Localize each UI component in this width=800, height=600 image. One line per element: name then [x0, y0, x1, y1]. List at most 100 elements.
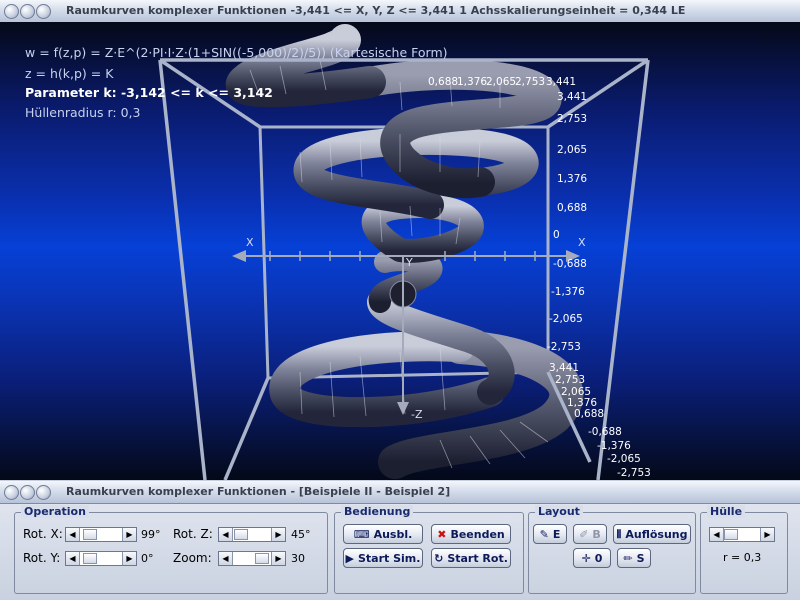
- play-icon: ▶: [345, 551, 354, 565]
- zoom-label: Zoom:: [173, 551, 212, 565]
- tick-label: 0: [553, 229, 560, 241]
- layout-group-title: Layout: [535, 505, 583, 518]
- zoom-value: 30: [291, 552, 305, 565]
- main-window-title: Raumkurven komplexer Funktionen -3,441 <…: [66, 4, 686, 17]
- tick-label: -1,376: [551, 286, 585, 298]
- start-rotation-label: Start Rot.: [447, 551, 508, 565]
- tick-label: 2,753: [515, 76, 546, 88]
- tick-label: 2,065: [557, 144, 588, 156]
- panel-maximize-button[interactable]: [36, 485, 51, 500]
- ausblenden-button[interactable]: ⌨ Ausbl.: [343, 524, 423, 544]
- origin-label: 0: [594, 551, 603, 565]
- tick-label: -2,753: [547, 341, 581, 353]
- tick-label: -1,376: [597, 440, 631, 452]
- panel-window-menu-button[interactable]: [4, 485, 19, 500]
- function-formula: w = f(z,p) = Z·E^(2·PI·I·Z·(1+SIN((-5,00…: [25, 45, 448, 60]
- beenden-label: Beenden: [450, 527, 505, 541]
- pen-icon: ✎: [539, 527, 549, 541]
- slider-thumb[interactable]: [83, 553, 97, 564]
- rot-y-label: Rot. Y:: [23, 551, 61, 565]
- zoom-slider[interactable]: ◀ ▶: [218, 551, 286, 566]
- close-icon: ✖: [437, 527, 447, 541]
- hide-icon: ⌨: [353, 527, 370, 541]
- arrow-left-icon[interactable]: ◀: [219, 528, 233, 541]
- arrow-right-icon[interactable]: ▶: [271, 528, 285, 541]
- tick-label: -2,753: [617, 467, 651, 479]
- arrow-right-icon[interactable]: ▶: [122, 528, 136, 541]
- eraser-icon: ✏: [623, 551, 633, 565]
- operation-group-title: Operation: [21, 505, 89, 518]
- operation-group: Operation Rot. X: ◀ ▶ 99° Rot. Y: ◀ ▶ 0°…: [14, 505, 328, 594]
- helix-tube: [225, 24, 584, 480]
- bedienung-group: Bedienung ⌨ Ausbl. ✖ Beenden ▶ Start Sim…: [334, 505, 524, 594]
- 3d-viewport[interactable]: w = f(z,p) = Z·E^(2·PI·I·Z·(1+SIN((-5,00…: [0, 22, 800, 480]
- huelle-group-title: Hülle: [707, 505, 746, 518]
- slider-thumb[interactable]: [83, 529, 97, 540]
- tick-label: 0,688: [428, 76, 459, 88]
- grid-icon: ⦀: [616, 527, 622, 541]
- beenden-button[interactable]: ✖ Beenden: [431, 524, 511, 544]
- rot-x-slider[interactable]: ◀ ▶: [65, 527, 137, 542]
- arrow-right-icon[interactable]: ▶: [760, 528, 774, 541]
- huelle-group: Hülle ◀ ▶ r = 0,3: [700, 505, 788, 594]
- tick-label: 2,753: [557, 113, 588, 125]
- window-menu-button[interactable]: [4, 4, 19, 19]
- panel-window-title: Raumkurven komplexer Funktionen - [Beisp…: [66, 485, 451, 498]
- save-style-button[interactable]: ✏ S: [617, 548, 651, 568]
- parametrization-formula: z = h(k,p) = K: [25, 66, 114, 81]
- slider-thumb[interactable]: [724, 529, 738, 540]
- origin-button[interactable]: ✛ 0: [573, 548, 611, 568]
- bedienung-group-title: Bedienung: [341, 505, 414, 518]
- maximize-button[interactable]: [36, 4, 51, 19]
- tick-label: 0,688: [574, 408, 605, 420]
- tick-label: -2,065: [607, 453, 641, 465]
- aufloesung-label: Auflösung: [625, 527, 688, 541]
- crosshair-icon: ✛: [581, 551, 591, 565]
- ausblenden-label: Ausbl.: [373, 527, 413, 541]
- start-rotation-button[interactable]: ↻ Start Rot.: [431, 548, 511, 568]
- arrow-right-icon[interactable]: ▶: [122, 552, 136, 565]
- arrow-left-icon[interactable]: ◀: [710, 528, 724, 541]
- rotate-icon: ↻: [434, 551, 444, 565]
- axis-label-x-neg: X: [246, 236, 254, 249]
- arrow-left-icon[interactable]: ◀: [66, 552, 80, 565]
- panel-titlebar: Raumkurven komplexer Funktionen - [Beisp…: [0, 481, 800, 504]
- arrow-left-icon[interactable]: ◀: [66, 528, 80, 541]
- hull-radius-slider[interactable]: ◀ ▶: [709, 527, 775, 542]
- arrow-right-icon[interactable]: ▶: [271, 552, 285, 565]
- brush-button[interactable]: ✐ B: [573, 524, 607, 544]
- brush-icon: ✐: [579, 527, 589, 541]
- slider-thumb[interactable]: [234, 529, 248, 540]
- start-simulation-label: Start Sim.: [358, 551, 421, 565]
- minimize-button[interactable]: [20, 4, 35, 19]
- tick-label: 3,441: [549, 362, 580, 374]
- rot-z-value: 45°: [291, 528, 311, 541]
- panel-minimize-button[interactable]: [20, 485, 35, 500]
- panel-body: Operation Rot. X: ◀ ▶ 99° Rot. Y: ◀ ▶ 0°…: [0, 504, 800, 600]
- tick-label: 3,441: [546, 76, 577, 88]
- edit-button[interactable]: ✎ E: [533, 524, 567, 544]
- tick-label: -2,065: [549, 313, 583, 325]
- rot-y-slider[interactable]: ◀ ▶: [65, 551, 137, 566]
- axis-label-x-pos: X: [578, 236, 586, 249]
- main-window: Raumkurven komplexer Funktionen -3,441 <…: [0, 0, 800, 480]
- hull-radius: Hüllenradius r: 0,3: [25, 105, 141, 120]
- slider-thumb[interactable]: [255, 553, 269, 564]
- tick-label: 1,376: [557, 173, 588, 185]
- layout-group: Layout ✎ E ✐ B ⦀ Auflösung ✛ 0 ✏ S: [528, 505, 696, 594]
- rot-z-slider[interactable]: ◀ ▶: [218, 527, 286, 542]
- arrow-left-icon[interactable]: ◀: [219, 552, 233, 565]
- axis-label-z-neg: -Z: [411, 408, 423, 421]
- tick-label: -0,688: [553, 258, 587, 270]
- rot-z-label: Rot. Z:: [173, 527, 213, 541]
- edit-label: E: [552, 527, 561, 541]
- brush-label: B: [592, 527, 601, 541]
- tick-label: 2,065: [486, 76, 517, 88]
- start-simulation-button[interactable]: ▶ Start Sim.: [343, 548, 423, 568]
- hull-radius-value: r = 0,3: [723, 551, 762, 564]
- tick-label: 0,688: [557, 202, 588, 214]
- control-panel-window: Raumkurven komplexer Funktionen - [Beisp…: [0, 481, 800, 600]
- aufloesung-button[interactable]: ⦀ Auflösung: [613, 524, 691, 544]
- tick-label: -0,688: [588, 426, 622, 438]
- rot-x-value: 99°: [141, 528, 161, 541]
